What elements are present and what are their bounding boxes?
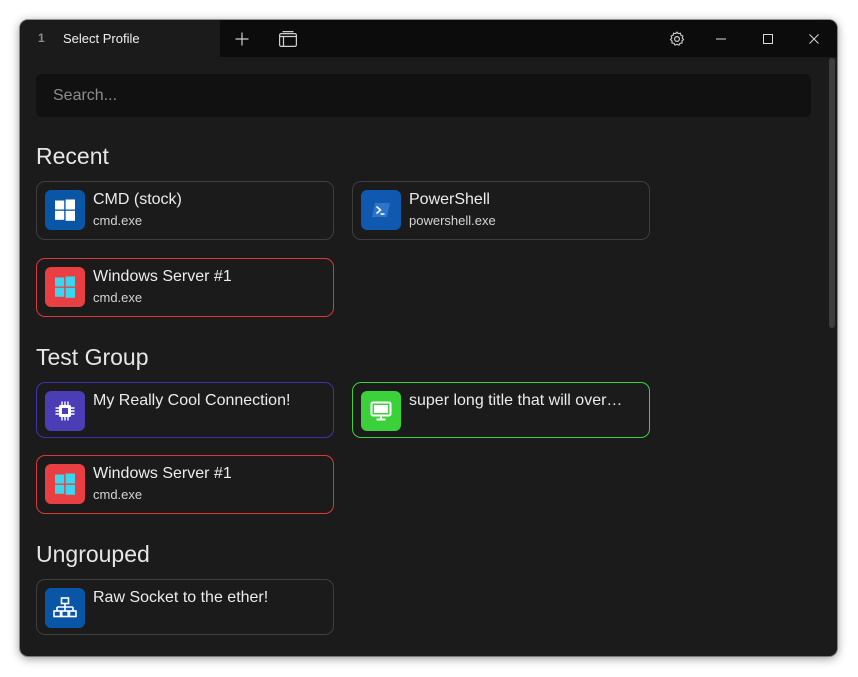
group-title-test-group: Test Group (36, 344, 149, 370)
search-input[interactable] (36, 74, 811, 117)
profile-card-cmd-stock[interactable]: CMD (stock) cmd.exe (36, 181, 334, 240)
profile-command: powershell.exe (409, 213, 496, 228)
profile-title: PowerShell (409, 191, 490, 208)
profile-command: cmd.exe (93, 487, 143, 502)
tabs-icon (279, 30, 297, 47)
tab-overview-button[interactable] (273, 20, 303, 57)
tab-select-profile[interactable]: 1 Select Profile (20, 20, 220, 57)
new-tab-button[interactable] (227, 20, 257, 57)
tab-number: 1 (38, 31, 45, 45)
profile-command: cmd.exe (93, 213, 143, 228)
network-icon (45, 588, 85, 628)
profile-card-super-long-title[interactable]: super long title that will over… (352, 382, 650, 438)
gear-icon (669, 30, 685, 46)
group-title-ungrouped: Ungrouped (36, 541, 150, 567)
profile-card-my-really-cool-connection[interactable]: My Really Cool Connection! (36, 382, 334, 438)
profile-title: My Really Cool Connection! (93, 392, 291, 409)
maximize-button[interactable] (753, 20, 783, 57)
vertical-scrollbar[interactable] (828, 57, 837, 656)
scrollbar-thumb[interactable] (829, 58, 835, 328)
settings-button[interactable] (662, 20, 692, 57)
minimize-icon (716, 38, 726, 39)
close-button[interactable] (799, 20, 829, 57)
powershell-icon (361, 190, 401, 230)
group-title-recent: Recent (36, 143, 109, 169)
title-bar: 1 Select Profile (20, 20, 837, 57)
profile-card-windows-server-1[interactable]: Windows Server #1 cmd.exe (36, 455, 334, 514)
plus-icon (235, 32, 249, 45)
terminal-window: 1 Select Profile Search... Recent CMD (s… (20, 20, 837, 656)
minimize-button[interactable] (706, 20, 736, 57)
profile-title: Raw Socket to the ether! (93, 589, 269, 606)
profile-title: CMD (stock) (93, 191, 182, 208)
tab-title: Select Profile (63, 31, 140, 46)
profile-title: Windows Server #1 (93, 268, 232, 285)
monitor-icon (361, 391, 401, 431)
profile-command: cmd.exe (93, 290, 143, 305)
profile-card-windows-server-1[interactable]: Windows Server #1 cmd.exe (36, 258, 334, 317)
cpu-chip-icon (45, 391, 85, 431)
maximize-icon (763, 33, 773, 44)
profile-title: super long title that will over… (409, 392, 623, 409)
windows-icon (45, 464, 85, 504)
profile-title: Windows Server #1 (93, 465, 232, 482)
windows-icon (45, 190, 85, 230)
windows-icon (45, 267, 85, 307)
profile-list: Recent CMD (stock) cmd.exe PowerShell po (20, 57, 828, 656)
profile-card-raw-socket[interactable]: Raw Socket to the ether! (36, 579, 334, 635)
profile-card-powershell[interactable]: PowerShell powershell.exe (352, 181, 650, 240)
close-icon (809, 33, 819, 44)
